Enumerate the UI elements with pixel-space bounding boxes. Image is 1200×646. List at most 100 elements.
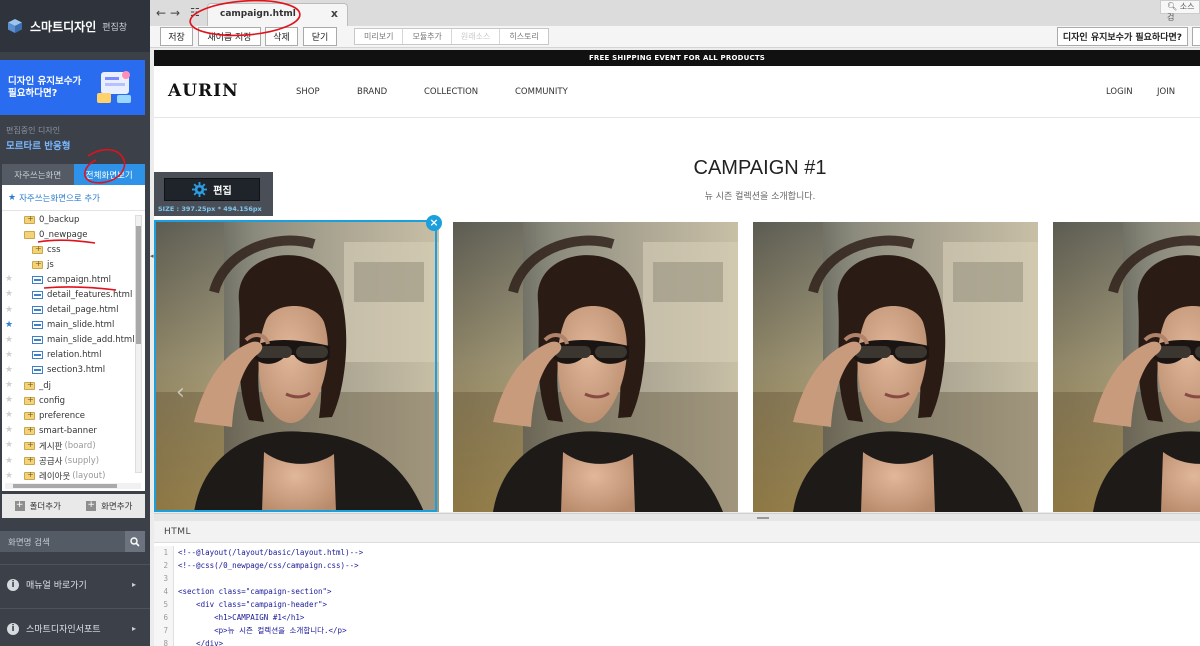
tree-item-label: 공급사 (39, 457, 63, 468)
back-arrow-icon[interactable]: ← (156, 6, 166, 20)
tree-horizontal-scrollbar[interactable] (5, 483, 141, 489)
favorite-star-icon[interactable]: ★ (5, 350, 13, 360)
tree-folder-item[interactable]: ★ smart-banner (2, 423, 133, 438)
tab-list-icon[interactable]: ☷ (190, 6, 200, 19)
tab-label: campaign.html (220, 9, 296, 19)
favorite-star-icon[interactable]: ★ (5, 456, 13, 466)
favorite-star-icon[interactable]: ★ (5, 335, 13, 345)
site-logo[interactable]: AURIN (168, 81, 239, 101)
tree-file-item[interactable]: ★ relation.html (2, 348, 133, 363)
code-text: <p>뉴 시즌 컬렉션을 소개합니다.</p> (178, 626, 347, 635)
info-icon: i (7, 578, 19, 591)
history-button[interactable]: 히스토리 (500, 29, 547, 44)
save-as-button[interactable]: 새이름 저장 (198, 27, 261, 46)
toolbar-overflow (1192, 27, 1200, 46)
manual-shortcut-label: 매뉴얼 바로가기 (26, 581, 87, 591)
tree-folder-item[interactable]: js (2, 257, 133, 272)
add-to-favorites-link[interactable]: ★ 자주쓰는화면으로 추가 (2, 185, 145, 211)
screen-search-input[interactable]: 화면명 검색 (0, 531, 125, 552)
code-line[interactable]: 8 </div> (154, 637, 1200, 646)
code-line[interactable]: 2 <!--@css(/0_newpage/css/campaign.css)--… (154, 559, 1200, 572)
slide-prev-icon[interactable]: ‹ (176, 380, 185, 405)
preview-button[interactable]: 미리보기 (355, 29, 404, 44)
add-screen-button[interactable]: + 화면추가 (74, 494, 146, 518)
favorite-star-icon[interactable]: ★ (5, 274, 13, 284)
tab-frequent-screens[interactable]: 자주쓰는화면 (2, 164, 74, 185)
campaign-photo (453, 222, 738, 512)
tree-file-item[interactable]: ★ section3.html (2, 363, 133, 378)
tree-file-item[interactable]: ★ campaign.html (2, 272, 133, 287)
tree-folder-item[interactable]: ★ preference (2, 408, 133, 423)
nav-community[interactable]: COMMUNITY (515, 87, 568, 97)
tree-item-label: preference (39, 410, 85, 421)
favorite-star-icon[interactable]: ★ (5, 410, 13, 420)
design-preview: FREE SHIPPING EVENT FOR ALL PRODUCTS AUR… (154, 50, 1200, 512)
tree-file-item[interactable]: ★ main_slide_add.html (2, 333, 135, 348)
html-code-editor[interactable]: HTML 1 <!--@layout(/layout/basic/layout.h… (154, 521, 1200, 646)
favorite-star-icon[interactable]: ★ (5, 440, 13, 450)
code-text: <!--@css(/0_newpage/css/campaign.css)--> (178, 561, 359, 570)
favorite-star-icon[interactable]: ★ (5, 471, 13, 481)
preview-code-splitter[interactable] (154, 513, 1200, 521)
nav-shop[interactable]: SHOP (296, 87, 320, 97)
save-button[interactable]: 저장 (160, 27, 193, 46)
drag-handle-icon[interactable] (757, 517, 769, 519)
tree-folder-item[interactable]: 0_newpage (2, 227, 133, 242)
tree-folder-item[interactable]: ★ config (2, 393, 133, 408)
join-link[interactable]: JOIN (1157, 87, 1175, 97)
tab-campaign-html[interactable]: campaign.html x (207, 3, 348, 26)
favorite-star-icon[interactable]: ★ (5, 395, 13, 405)
source-search-field[interactable]: 🔍︎ 소스 검 (1160, 0, 1200, 22)
tree-file-item[interactable]: ★ detail_features.html (2, 287, 133, 302)
favorite-star-icon[interactable]: ★ (5, 289, 13, 299)
tree-folder-item[interactable]: ★ 레이아웃(layout) (2, 469, 133, 484)
code-line[interactable]: 7 <p>뉴 시즌 컬렉션을 소개합니다.</p> (154, 624, 1200, 637)
folder-icon (24, 395, 35, 405)
shipping-banner: FREE SHIPPING EVENT FOR ALL PRODUCTS (154, 50, 1200, 66)
favorite-star-icon[interactable]: ★ (5, 365, 13, 375)
nav-collection[interactable]: COLLECTION (424, 87, 478, 97)
tree-folder-item[interactable]: ★ 공급사(supply) (2, 454, 133, 469)
smartdesign-support-menu[interactable]: i 스마트디자인서포트 ▸ (0, 608, 150, 646)
code-line[interactable]: 4 <section class="campaign-section"> (154, 585, 1200, 598)
nav-brand[interactable]: BRAND (357, 87, 387, 97)
code-line[interactable]: 1 <!--@layout(/layout/basic/layout.html)-… (154, 546, 1200, 559)
code-line[interactable]: 3 (154, 572, 1200, 585)
add-folder-button[interactable]: + 폴더추가 (2, 494, 74, 518)
tree-file-item[interactable]: ★ detail_page.html (2, 303, 133, 318)
module-add-button[interactable]: 모듈추가 (403, 29, 452, 44)
code-line[interactable]: 5 <div class="campaign-header"> (154, 598, 1200, 611)
favorite-star-icon[interactable]: ★ (5, 305, 13, 315)
login-link[interactable]: LOGIN (1106, 87, 1133, 97)
close-button[interactable]: 닫기 (303, 27, 337, 46)
code-line[interactable]: 6 <h1>CAMPAIGN #1</h1> (154, 611, 1200, 624)
tree-file-item[interactable]: ★ main_slide.html (2, 318, 133, 333)
search-button[interactable] (125, 531, 145, 552)
html-file-icon (32, 275, 43, 284)
tree-vertical-scrollbar[interactable] (135, 215, 142, 473)
tree-folder-item[interactable]: ★ _dj (2, 378, 133, 393)
scrollbar-thumb[interactable] (136, 226, 141, 344)
code-lines[interactable]: 1 <!--@layout(/layout/basic/layout.html)-… (154, 546, 1200, 646)
tree-folder-item[interactable]: 0_backup (2, 212, 133, 227)
delete-button[interactable]: 삭제 (265, 27, 298, 46)
maintenance-promo-button[interactable]: 디자인 유지보수가 필요하다면? (1056, 27, 1188, 46)
favorite-star-icon[interactable]: ★ (5, 320, 13, 330)
tree-folder-item[interactable]: ★ 게시판(board) (2, 438, 133, 453)
promo-banner[interactable]: 디자인 유지보수가 필요하다면? (0, 60, 145, 115)
manual-shortcut-menu[interactable]: i 매뉴얼 바로가기 ▸ (0, 564, 150, 604)
favorite-star-icon[interactable]: ★ (5, 425, 13, 435)
folder-icon (24, 410, 35, 420)
favorite-star-icon[interactable]: ★ (5, 380, 13, 390)
restore-source-button[interactable]: 원래소스 (452, 29, 501, 44)
scrollbar-thumb[interactable] (13, 484, 117, 488)
tree-folder-item[interactable]: css (2, 242, 133, 257)
code-panel-title: HTML (154, 521, 1200, 543)
close-icon[interactable]: x (331, 7, 338, 20)
add-folder-label: 폴더추가 (29, 502, 61, 512)
close-icon[interactable]: × (426, 215, 442, 231)
code-text: <!--@layout(/layout/basic/layout.html)--… (178, 548, 364, 557)
edit-button[interactable]: 편집 (164, 178, 260, 201)
tab-all-screens[interactable]: 전체화면보기 (73, 164, 145, 185)
forward-arrow-icon[interactable]: → (170, 6, 180, 20)
